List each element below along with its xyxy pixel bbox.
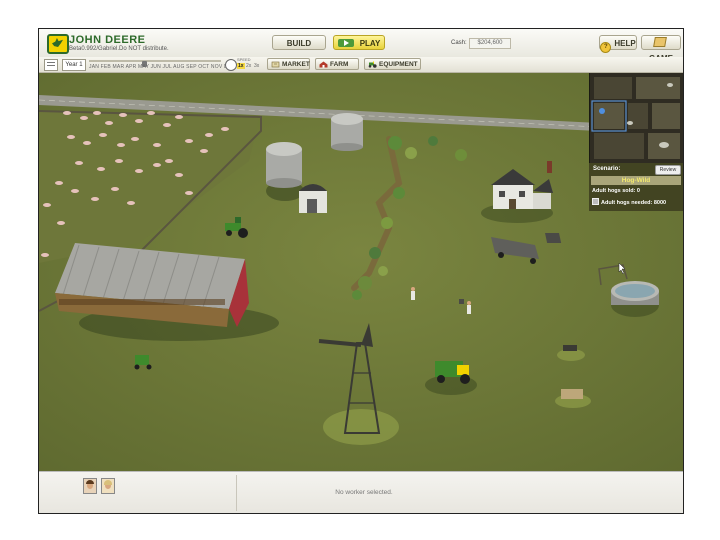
farm-tab-label: FARM xyxy=(330,61,349,68)
speed-1x[interactable]: 1x xyxy=(237,63,245,69)
game-icon xyxy=(652,37,667,47)
month-labels: JAN FEB MAR APR MAY JUN JUL AUG SEP OCT … xyxy=(89,64,236,70)
brand-name: JOHN DEERE xyxy=(69,34,146,46)
worker-avatar-female[interactable] xyxy=(101,478,115,494)
speed-3x[interactable]: 3x xyxy=(254,63,259,69)
play-button-label: PLAY xyxy=(359,39,381,48)
game-button[interactable]: GAME xyxy=(641,35,681,63)
equipment-icon xyxy=(368,61,377,68)
help-icon: ? xyxy=(600,42,612,53)
market-tab[interactable]: MARKET xyxy=(267,58,310,70)
scenario-name: Hog-Wild xyxy=(591,176,681,185)
panel-divider xyxy=(236,475,237,511)
grain-silo xyxy=(266,142,304,201)
scenario-label: Scenario: xyxy=(593,166,621,172)
build-button-label: BUILD xyxy=(286,39,312,48)
equipment-tab-label: EQUIPMENT xyxy=(379,61,418,68)
hogs-needed-stat: Adult hogs needed: 8000 xyxy=(592,198,666,206)
scenario-panel: Scenario: Review Hog-Wild Adult hogs sol… xyxy=(589,163,683,211)
build-button[interactable]: BUILD xyxy=(272,35,326,50)
cash-value: $204,600 xyxy=(469,38,511,49)
top-bar: JOHN DEERE Beta0.992/Gabriel.Do NOT dist… xyxy=(39,29,683,63)
play-icon xyxy=(337,39,354,47)
market-icon xyxy=(271,61,280,68)
review-button[interactable]: Review xyxy=(655,165,681,175)
worker-status-text: No worker selected. xyxy=(335,489,393,496)
month-slider[interactable] xyxy=(89,60,221,67)
worker-avatar-male[interactable] xyxy=(83,478,97,494)
speed-dial-icon[interactable] xyxy=(225,59,237,71)
worker-panel: No worker selected. xyxy=(39,471,683,513)
farm-icon xyxy=(319,61,328,68)
hogs-sold-stat: Adult hogs sold: 0 xyxy=(592,188,640,194)
speed-2x[interactable]: 2x xyxy=(246,63,251,69)
help-button[interactable]: ? HELP xyxy=(599,35,637,53)
cash-label: Cash: xyxy=(451,40,467,46)
game-window: JOHN DEERE Beta0.992/Gabriel.Do NOT dist… xyxy=(38,28,684,514)
menu-icon[interactable] xyxy=(44,59,58,71)
market-tab-label: MARKET xyxy=(282,61,310,68)
play-button[interactable]: PLAY xyxy=(333,35,385,50)
build-note: Beta0.992/Gabriel.Do NOT distribute. xyxy=(69,46,169,52)
help-button-label: HELP xyxy=(614,39,636,48)
year-button[interactable]: Year 1 xyxy=(62,59,86,71)
farm-world-view[interactable] xyxy=(39,73,683,471)
minimap[interactable] xyxy=(589,73,684,163)
john-deere-logo-icon xyxy=(47,34,69,54)
farm-tab[interactable]: FARM xyxy=(315,58,359,70)
time-bar: Year 1 JAN FEB MAR APR MAY JUN JUL AUG S… xyxy=(39,57,683,73)
equipment-tab[interactable]: EQUIPMENT xyxy=(364,58,421,70)
grain-silo-2 xyxy=(331,113,363,151)
speed-label: SPEED xyxy=(237,57,251,62)
farm-terrain xyxy=(39,73,683,471)
storage-shed xyxy=(299,184,327,213)
